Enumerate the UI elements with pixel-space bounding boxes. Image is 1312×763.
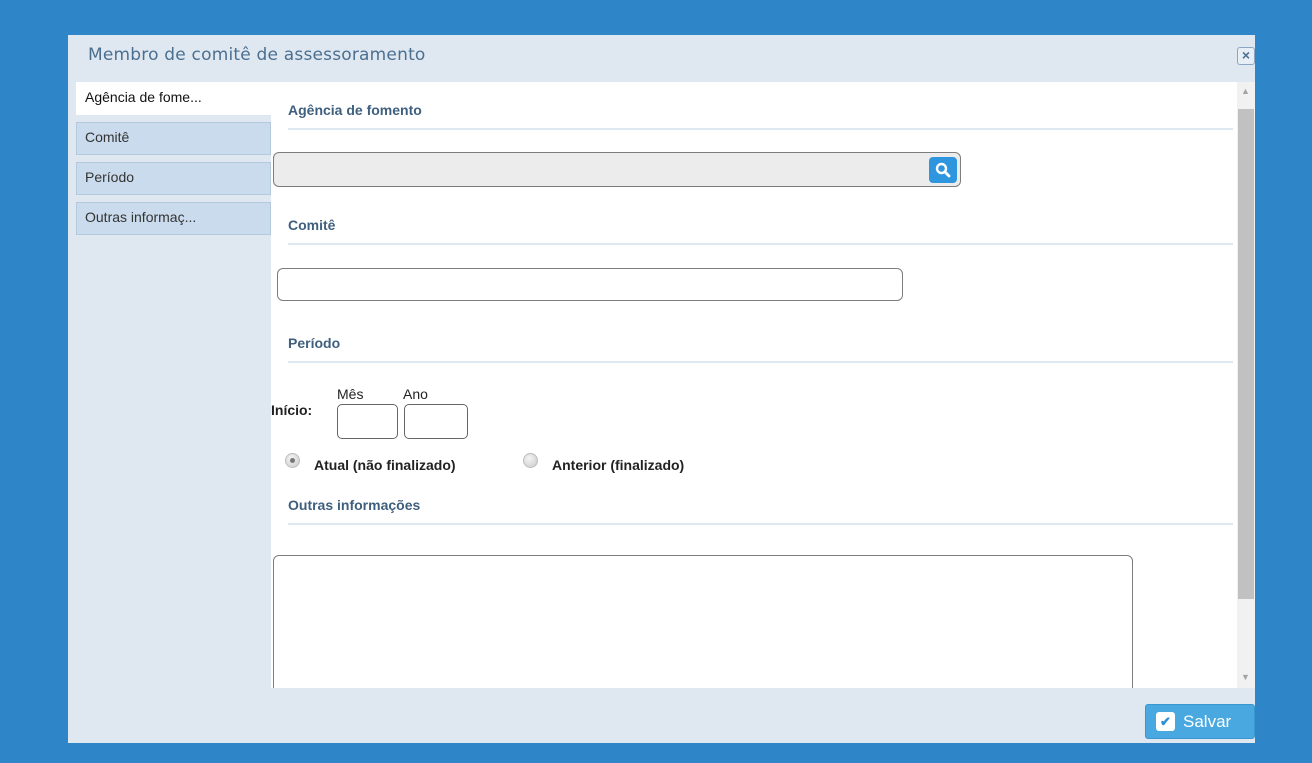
dialog-title: Membro de comitê de assessoramento (88, 45, 426, 65)
section-title-outras: Outras informações (288, 497, 1233, 525)
radio-anterior[interactable] (523, 453, 538, 468)
scroll-up-icon[interactable]: ▲ (1241, 86, 1250, 96)
tab-agencia[interactable]: Agência de fome... (76, 82, 272, 115)
tab-outras[interactable]: Outras informaç... (76, 202, 271, 235)
mes-label: Mês (337, 386, 364, 402)
radio-atual[interactable] (285, 453, 300, 468)
comite-input[interactable] (277, 268, 903, 301)
section-title-agencia: Agência de fomento (288, 102, 1233, 130)
search-button[interactable] (929, 157, 957, 183)
save-button[interactable]: ✔ Salvar (1145, 704, 1255, 739)
ano-input[interactable] (404, 404, 468, 439)
tab-comite[interactable]: Comitê (76, 122, 271, 155)
mes-input[interactable] (337, 404, 398, 439)
tab-periodo[interactable]: Período (76, 162, 271, 195)
agencia-lookup-field[interactable] (273, 152, 961, 187)
outras-textarea[interactable] (273, 555, 1133, 688)
dialog: Membro de comitê de assessoramento × Agê… (68, 35, 1255, 743)
radio-anterior-label: Anterior (finalizado) (552, 457, 685, 473)
search-icon (935, 162, 951, 178)
tab-list: Agência de fome... Comitê Período Outras… (76, 82, 272, 242)
section-title-comite: Comitê (288, 217, 1233, 245)
inicio-label: Início: (271, 402, 313, 418)
save-label: Salvar (1183, 711, 1232, 731)
scroll-thumb[interactable] (1238, 109, 1254, 599)
check-icon: ✔ (1156, 712, 1175, 731)
scrollbar[interactable]: ▲ ▼ (1237, 82, 1255, 688)
section-title-periodo: Período (288, 335, 1233, 363)
close-icon[interactable]: × (1237, 47, 1255, 65)
form-content: Agência de fomento Comitê Período Mês An… (271, 82, 1237, 688)
ano-label: Ano (403, 386, 428, 402)
scroll-down-icon[interactable]: ▼ (1241, 672, 1250, 682)
radio-atual-label: Atual (não finalizado) (314, 457, 456, 473)
